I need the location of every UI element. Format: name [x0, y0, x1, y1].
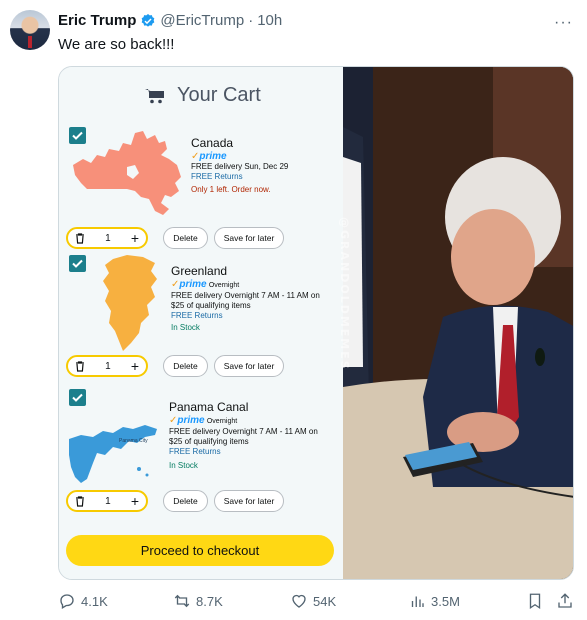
share-icon — [558, 593, 572, 608]
like-button[interactable]: 54K — [290, 592, 336, 610]
photo-man-at-table — [343, 67, 573, 579]
save-for-later-button[interactable]: Save for later — [214, 355, 284, 377]
cart-icon — [145, 88, 164, 103]
prime-label: prime — [179, 279, 207, 290]
map-city-label: Panama City — [119, 438, 148, 444]
quantity-value: 1 — [105, 232, 111, 244]
quantity-stepper[interactable]: 1 + — [66, 227, 148, 249]
item-info: Panama Canal ✓prime Overnight FREE deliv… — [169, 399, 318, 471]
prime-badge: ✓prime — [169, 415, 205, 426]
returns-text: FREE Returns — [169, 447, 221, 456]
item-checkbox[interactable] — [69, 255, 86, 272]
like-icon — [292, 594, 306, 608]
delivery-text: FREE delivery Sun, Dec 29 — [191, 162, 289, 171]
proceed-to-checkout-button[interactable]: Proceed to checkout — [66, 535, 334, 566]
quantity-stepper[interactable]: 1 + — [66, 490, 148, 512]
post-time[interactable]: 10h — [257, 12, 282, 29]
delivery-text: FREE delivery Overnight 7 AM - 11 AM on — [169, 427, 318, 436]
cart-panel: Your Cart Canada ✓prime FREE delivery Su… — [59, 67, 343, 579]
views-count: 3.5M — [431, 593, 460, 609]
bookmark-button[interactable] — [526, 592, 544, 610]
author-handle[interactable]: @EricTrump — [160, 12, 244, 29]
post-actions-bar: 4.1K 8.7K 54K 3.5M — [0, 592, 587, 614]
quantity-stepper[interactable]: 1 + — [66, 355, 148, 377]
save-for-later-button[interactable]: Save for later — [214, 227, 284, 249]
quantity-value: 1 — [105, 495, 111, 507]
avatar[interactable] — [10, 10, 50, 50]
returns-text: FREE Returns — [191, 172, 243, 181]
post-header: Eric Trump @EricTrump · 10h — [58, 12, 282, 29]
cart-title: Your Cart — [177, 84, 261, 106]
trash-icon[interactable] — [75, 360, 85, 372]
item-name[interactable]: Canada — [191, 135, 288, 151]
views-icon — [411, 596, 424, 607]
like-count: 54K — [313, 593, 337, 609]
more-options-button[interactable]: ··· — [554, 14, 573, 32]
prime-label: prime — [177, 415, 205, 426]
prime-suffix: Overnight — [208, 282, 240, 289]
item-name[interactable]: Greenland — [171, 263, 320, 279]
prime-badge: ✓prime — [171, 279, 207, 290]
canada-map — [73, 131, 181, 215]
delivery-text: FREE delivery Overnight 7 AM - 11 AM on — [171, 291, 320, 300]
post-image[interactable]: Your Cart Canada ✓prime FREE delivery Su… — [58, 66, 574, 580]
item-name[interactable]: Panama Canal — [169, 399, 318, 415]
save-for-later-button[interactable]: Save for later — [214, 490, 284, 512]
author-name[interactable]: Eric Trump — [58, 12, 136, 29]
delete-button[interactable]: Delete — [163, 227, 208, 249]
trash-icon[interactable] — [75, 232, 85, 244]
delete-button[interactable]: Delete — [163, 490, 208, 512]
reply-icon — [60, 594, 74, 609]
prime-label: prime — [199, 151, 227, 162]
delete-button[interactable]: Delete — [163, 355, 208, 377]
item-checkbox[interactable] — [69, 389, 86, 406]
share-button[interactable] — [556, 592, 574, 610]
repost-button[interactable]: 8.7K — [173, 592, 223, 610]
repost-count: 8.7K — [196, 593, 223, 609]
reply-count: 4.1K — [81, 593, 108, 609]
stock-text: Only 1 left. Order now. — [191, 185, 271, 194]
prime-badge: ✓prime — [191, 151, 227, 162]
trash-icon[interactable] — [75, 495, 85, 507]
separator-dot: · — [248, 12, 254, 29]
watermark-text: @GRANDOLDMEMES — [338, 217, 351, 371]
item-info: Canada ✓prime FREE delivery Sun, Dec 29 … — [191, 135, 288, 195]
check-icon — [72, 259, 83, 268]
views-button[interactable]: 3.5M — [408, 592, 460, 610]
greenland-map — [103, 255, 157, 351]
bookmark-icon — [529, 593, 541, 610]
reply-button[interactable]: 4.1K — [58, 592, 108, 610]
plus-icon[interactable]: + — [131, 231, 139, 245]
plus-icon[interactable]: + — [131, 494, 139, 508]
plus-icon[interactable]: + — [131, 359, 139, 373]
cart-header: Your Cart — [145, 84, 261, 107]
tweet-text: We are so back!!! — [58, 36, 175, 53]
returns-text: FREE Returns — [171, 311, 223, 320]
qualifying-text: $25 of qualifying items — [169, 437, 249, 446]
verified-badge-icon — [142, 13, 155, 27]
stock-text: In Stock — [169, 461, 198, 470]
stock-text: In Stock — [171, 323, 200, 332]
check-icon — [72, 393, 83, 402]
panama-map — [69, 425, 157, 483]
repost-icon — [174, 594, 190, 608]
item-info: Greenland ✓prime Overnight FREE delivery… — [171, 263, 320, 333]
prime-suffix: Overnight — [206, 418, 238, 425]
qualifying-text: $25 of qualifying items — [171, 301, 251, 310]
quantity-value: 1 — [105, 360, 111, 372]
